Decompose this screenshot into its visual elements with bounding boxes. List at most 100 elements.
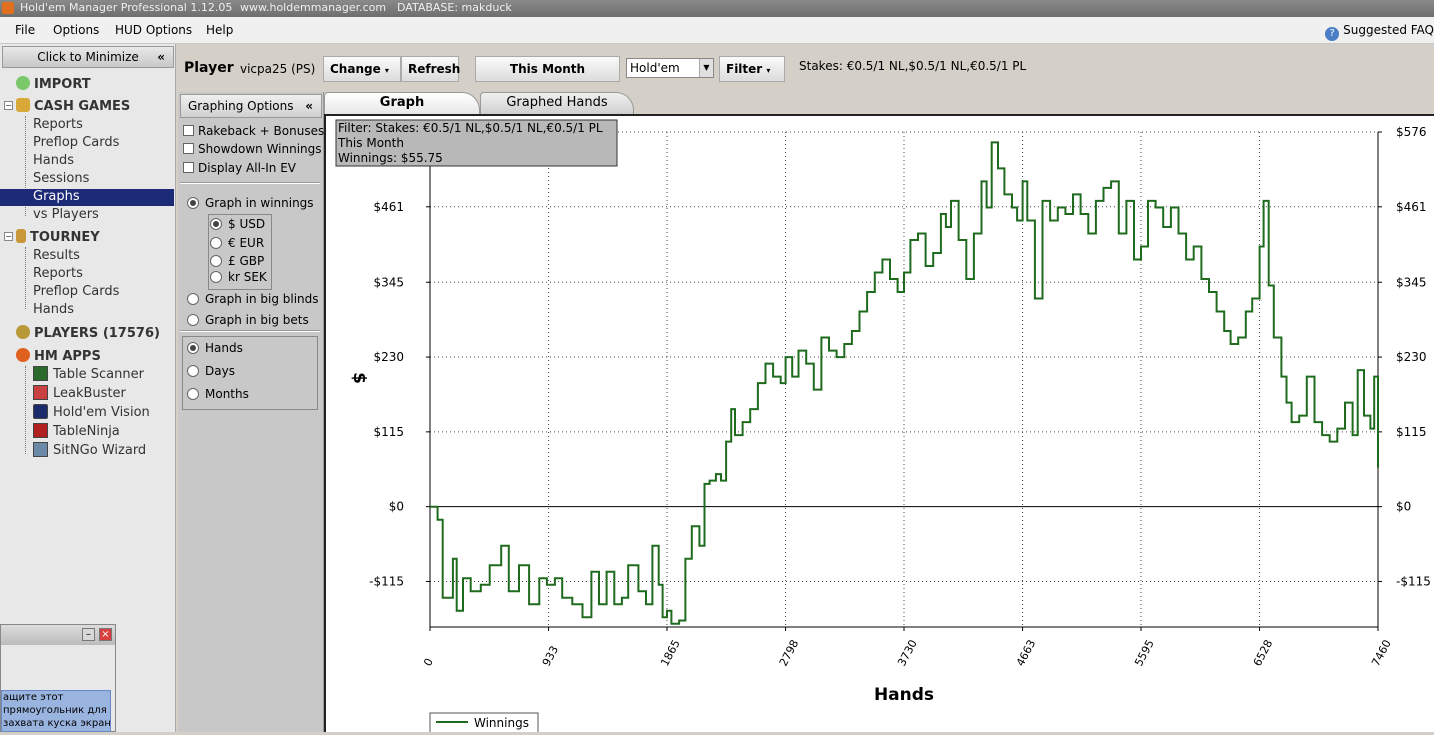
currency-eur-radio[interactable]: € EUR: [210, 236, 264, 250]
nav-cash-games[interactable]: CASH GAMES: [16, 98, 130, 114]
x-tick-label: 3730: [895, 638, 920, 669]
tree-line: [25, 366, 26, 454]
radio[interactable]: [210, 255, 222, 267]
xaxis-mode-label: Days: [205, 364, 235, 378]
nav-hm-apps[interactable]: HM APPS: [16, 348, 101, 364]
graph-panel: -$115 -$115 $0 $0 $115 $115 $230 $230 $345 $345 $4…: [324, 114, 1434, 734]
tab-graphed-hands[interactable]: Graphed Hands: [480, 92, 634, 114]
tree-line: [25, 247, 26, 309]
y-tick-label: $345: [373, 275, 404, 289]
graph-big-bets-radio[interactable]: Graph in big bets: [187, 313, 309, 327]
dropdown-arrow-icon[interactable]: ▼: [699, 59, 713, 77]
date-range-button[interactable]: This Month: [475, 56, 620, 82]
tab-graph[interactable]: Graph: [324, 92, 480, 114]
menu-help[interactable]: Help: [206, 23, 233, 37]
game-type-select[interactable]: Hold'em ▼: [626, 58, 714, 78]
menu-bar: File Options HUD Options Help ? Suggested…: [0, 17, 1434, 44]
y-tick-label: $115: [1396, 425, 1427, 439]
nav-app-table-scanner[interactable]: Table Scanner: [53, 367, 144, 382]
radio[interactable]: [187, 342, 199, 354]
menu-file[interactable]: File: [15, 23, 35, 37]
nav-app-holdem-vision[interactable]: Hold'em Vision: [53, 405, 150, 420]
checkbox[interactable]: [183, 143, 194, 154]
nav-cash-preflop-cards[interactable]: Preflop Cards: [33, 135, 119, 150]
y-tick-label: $115: [373, 425, 404, 439]
menu-hud-options[interactable]: HUD Options: [115, 23, 192, 37]
suggested-faq-link[interactable]: ? Suggested FAQ: [1325, 23, 1434, 41]
holdem-vision-icon: [33, 404, 48, 419]
help-icon: ?: [1325, 27, 1340, 41]
menu-options[interactable]: Options: [53, 23, 99, 37]
suggested-faq-label: Suggested FAQ: [1343, 23, 1434, 37]
nav-tourney-hands[interactable]: Hands: [33, 302, 74, 317]
graph-tabs: Graph Graphed Hands: [324, 92, 1434, 114]
nav-app-leakbuster[interactable]: LeakBuster: [53, 386, 126, 401]
coins-icon: [16, 98, 30, 112]
import-icon: [16, 76, 30, 90]
double-chevron-left-icon: «: [305, 99, 313, 113]
website-text: www.holdemmanager.com: [240, 1, 387, 14]
xaxis-days-radio[interactable]: Days: [187, 364, 235, 378]
refresh-button[interactable]: Refresh: [401, 56, 460, 82]
popup-message: ащите этот прямоугольник для захвата кус…: [1, 690, 111, 732]
nav-tourney-reports[interactable]: Reports: [33, 266, 83, 281]
x-tick-label: 0: [421, 656, 436, 668]
x-tick-label: 1865: [658, 638, 683, 669]
screen-capture-popup: – × ащите этот прямоугольник для захвата…: [0, 624, 116, 732]
minimize-icon[interactable]: –: [82, 628, 95, 641]
radio[interactable]: [210, 271, 222, 283]
nav-tourney-results[interactable]: Results: [33, 248, 80, 263]
collapse-icon[interactable]: −: [4, 232, 13, 241]
collapse-icon[interactable]: −: [4, 101, 13, 110]
xaxis-hands-radio[interactable]: Hands: [187, 341, 243, 355]
y-tick-label: -$115: [1396, 574, 1431, 588]
graph-winnings-radio[interactable]: Graph in winnings: [187, 196, 314, 210]
close-icon[interactable]: ×: [99, 628, 112, 641]
nav-cash-graphs[interactable]: Graphs: [0, 189, 174, 206]
nav-cash-reports[interactable]: Reports: [33, 117, 83, 132]
double-chevron-left-icon: «: [157, 50, 165, 64]
xaxis-months-radio[interactable]: Months: [187, 387, 249, 401]
radio[interactable]: [210, 237, 222, 249]
rakeback-checkbox[interactable]: Rakeback + Bonuses: [183, 124, 324, 138]
radio[interactable]: [187, 388, 199, 400]
radio[interactable]: [187, 365, 199, 377]
rakeback-label: Rakeback + Bonuses: [198, 124, 325, 138]
currency-gbp-radio[interactable]: £ GBP: [210, 254, 264, 268]
filter-button[interactable]: Filter ▾: [719, 56, 785, 82]
nav-tourney[interactable]: TOURNEY: [16, 229, 100, 245]
series-line-winnings: [430, 141, 1379, 625]
popup-header[interactable]: – ×: [1, 625, 115, 645]
nav-cash-sessions[interactable]: Sessions: [33, 171, 89, 186]
y-tick-label: $230: [373, 350, 404, 364]
nav-cash-hands[interactable]: Hands: [33, 153, 74, 168]
checkbox[interactable]: [183, 162, 194, 173]
nav-tourney-preflop-cards[interactable]: Preflop Cards: [33, 284, 119, 299]
minimize-sidebar-button[interactable]: Click to Minimize «: [2, 46, 174, 68]
radio[interactable]: [187, 314, 199, 326]
currency-sek-radio[interactable]: kr SEK: [210, 270, 267, 284]
radio[interactable]: [210, 218, 222, 230]
showdown-checkbox[interactable]: Showdown Winnings: [183, 142, 322, 156]
filter-label: Filter: [726, 62, 763, 76]
graphing-options-header[interactable]: Graphing Options «: [180, 94, 322, 118]
nav-players-label: PLAYERS (17576): [34, 326, 160, 341]
currency-usd-radio[interactable]: $ USD: [210, 217, 265, 231]
radio[interactable]: [187, 293, 199, 305]
divider: [180, 330, 320, 332]
change-player-button[interactable]: Change ▾: [323, 56, 401, 82]
x-axis-label: Hands: [874, 685, 934, 705]
app-logo-icon: [2, 2, 14, 14]
currency-label: € EUR: [228, 236, 265, 250]
radio[interactable]: [187, 197, 199, 209]
window-title: Hold'em Manager Professional 1.12.05: [20, 1, 233, 14]
nav-cash-vs-players[interactable]: vs Players: [33, 207, 99, 222]
nav-players[interactable]: PLAYERS (17576): [16, 325, 160, 341]
y-tick-label: $345: [1396, 275, 1427, 289]
nav-app-sitngo-wizard[interactable]: SitNGo Wizard: [53, 443, 146, 458]
nav-app-tableninja[interactable]: TableNinja: [53, 424, 120, 439]
checkbox[interactable]: [183, 125, 194, 136]
allin-ev-checkbox[interactable]: Display All-In EV: [183, 161, 296, 175]
nav-import[interactable]: IMPORT: [16, 76, 91, 92]
graph-big-blinds-radio[interactable]: Graph in big blinds: [187, 292, 319, 306]
